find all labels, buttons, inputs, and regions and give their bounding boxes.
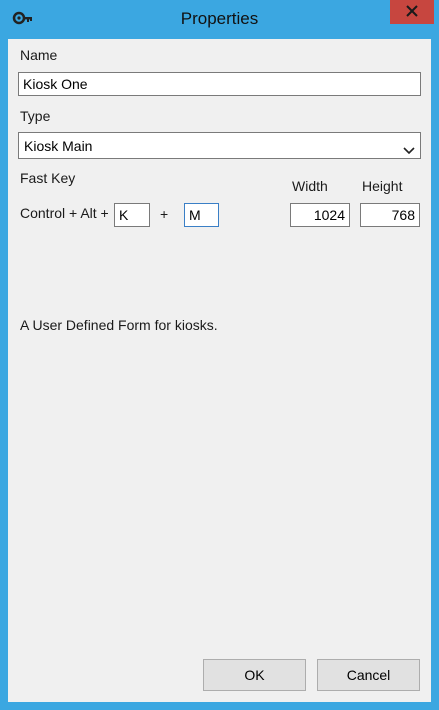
properties-dialog: Properties Name Type Kiosk Main Fast Key…	[0, 0, 439, 710]
type-selected-value: Kiosk Main	[24, 138, 93, 154]
plus-text: +	[160, 206, 169, 222]
cancel-button[interactable]: Cancel	[317, 659, 420, 691]
dialog-content: Name Type Kiosk Main Fast Key Width Heig…	[8, 39, 431, 702]
name-input[interactable]	[18, 72, 421, 96]
width-input[interactable]	[290, 203, 350, 227]
name-label: Name	[20, 47, 58, 63]
type-dropdown[interactable]: Kiosk Main	[18, 132, 421, 159]
close-button[interactable]	[390, 0, 434, 24]
close-icon	[390, 5, 434, 28]
width-label: Width	[292, 178, 328, 194]
chevron-down-icon	[403, 142, 415, 155]
fast-key-label: Fast Key	[20, 170, 76, 186]
window-title: Properties	[180, 9, 259, 28]
modifier-keys-text: Control + Alt +	[20, 205, 109, 221]
height-input[interactable]	[360, 203, 420, 227]
title-bar[interactable]: Properties	[0, 0, 439, 39]
fast-key-2-input[interactable]	[184, 203, 219, 227]
fast-key-1-input[interactable]	[114, 203, 150, 227]
form-description: A User Defined Form for kiosks.	[20, 317, 218, 333]
type-label: Type	[20, 108, 51, 124]
ok-button[interactable]: OK	[203, 659, 306, 691]
height-label: Height	[362, 178, 403, 194]
